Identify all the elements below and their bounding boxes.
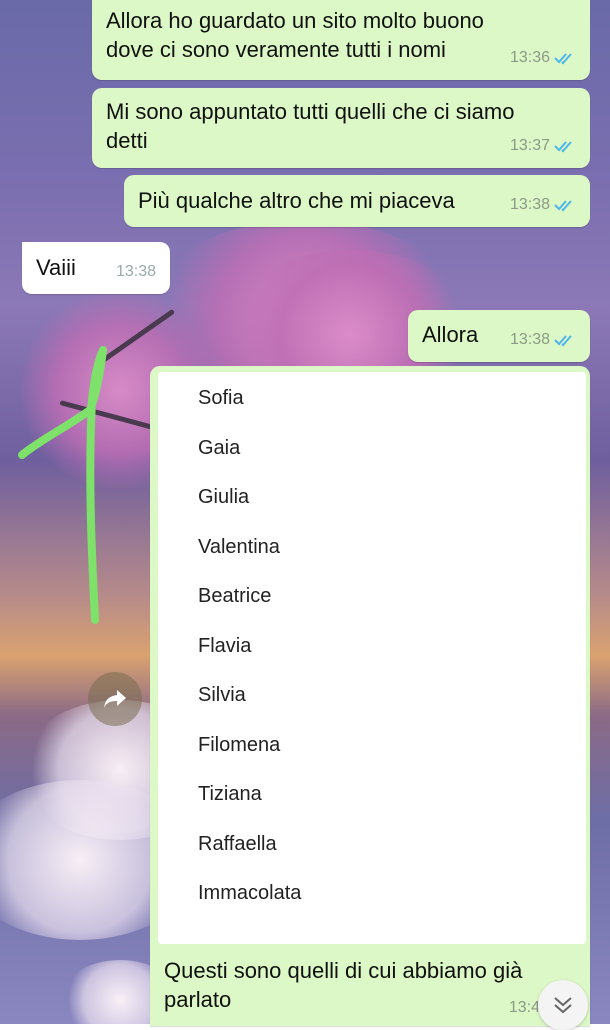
drawn-arrow-annotation	[18, 346, 107, 624]
